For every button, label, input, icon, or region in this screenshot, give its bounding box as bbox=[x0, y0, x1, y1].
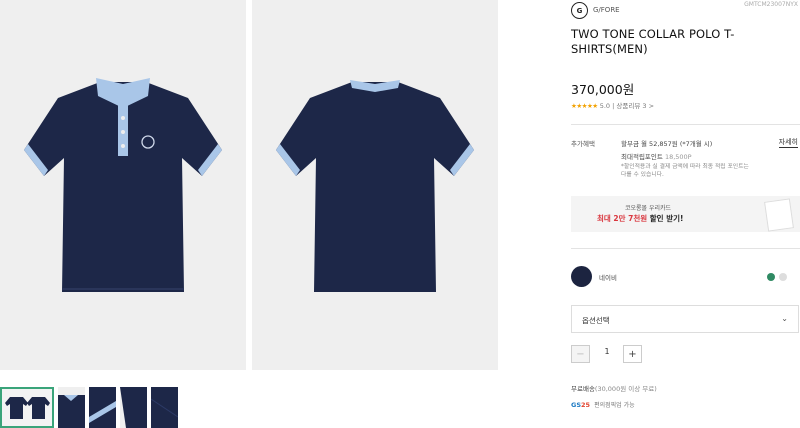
color-name: 네이비 bbox=[599, 274, 617, 282]
product-title: TWO TONE COLLAR POLO T-SHIRTS(MEN) bbox=[571, 27, 735, 56]
product-image-back[interactable] bbox=[252, 0, 498, 370]
pickup-text: 편의점픽업 가능 bbox=[594, 402, 635, 409]
benefits-detail-link[interactable]: 자세히 bbox=[778, 137, 798, 148]
review-link[interactable]: 상품리뷰 3 > bbox=[616, 102, 654, 110]
credit-card-image bbox=[764, 198, 794, 232]
rating-stars: ★★★★★ bbox=[571, 102, 598, 110]
color-option-gray[interactable] bbox=[779, 273, 787, 281]
product-sku: GMTCM23007NYX bbox=[744, 1, 798, 8]
option-select[interactable]: 옵션선택 ⌄ bbox=[571, 305, 799, 333]
color-option-green[interactable] bbox=[767, 273, 775, 281]
product-price: 370,000원 bbox=[571, 82, 635, 97]
product-info-panel: G G/FORE GMTCM23007NYX TWO TONE COLLAR P… bbox=[571, 0, 800, 428]
brand-logo[interactable]: G bbox=[571, 2, 588, 19]
installment-info: 할부금 월 52,857원 (*7개월 시) bbox=[621, 140, 713, 148]
quantity-decrease-button[interactable]: − bbox=[571, 345, 590, 363]
quantity-increase-button[interactable]: + bbox=[623, 345, 642, 363]
divider bbox=[571, 248, 800, 249]
card-promo-highlight: 최대 2만 7천원 bbox=[597, 214, 648, 223]
benefits-label: 추가혜택 bbox=[571, 140, 595, 148]
card-promo-title: 코오롱몰 우리카드 bbox=[625, 205, 672, 212]
rating-summary: ★★★★★ 5.0 | 상품리뷰 3 > bbox=[571, 100, 654, 110]
points-note: *할인적용과 실 결제 금액에 따라 최종 적립 포인트는 다를 수 있습니다. bbox=[621, 164, 749, 178]
thumbnail-strip bbox=[0, 387, 178, 428]
rating-score: 5.0 bbox=[599, 102, 611, 110]
brand-name[interactable]: G/FORE bbox=[593, 6, 620, 14]
divider bbox=[571, 124, 800, 125]
polo-front-illustration bbox=[24, 78, 222, 292]
chevron-down-icon: ⌄ bbox=[781, 314, 788, 323]
thumbnail-1[interactable] bbox=[0, 387, 54, 428]
points-info: 최대적립포인트 18,500P bbox=[621, 151, 692, 161]
shipping-label: 무료배송 bbox=[571, 385, 595, 393]
thumbnail-5[interactable] bbox=[151, 387, 178, 428]
card-promo-offer: 최대 2만 7천원 할인 받기! bbox=[597, 213, 683, 224]
option-select-label: 옵션선택 bbox=[582, 316, 610, 325]
shipping-condition: (30,000원 이상 무료) bbox=[594, 385, 657, 393]
gs25-logo-icon: GS25 bbox=[571, 400, 591, 409]
points-label: 최대적립포인트 bbox=[621, 153, 663, 161]
points-value: 18,500P bbox=[662, 153, 692, 161]
product-image-front[interactable] bbox=[0, 0, 246, 370]
thumbnail-3[interactable] bbox=[89, 387, 116, 428]
polo-back-illustration bbox=[276, 80, 474, 292]
card-promo-banner[interactable]: 코오롱몰 우리카드 최대 2만 7천원 할인 받기! bbox=[571, 196, 800, 232]
thumbnail-4[interactable] bbox=[120, 387, 147, 428]
color-swatch-selected[interactable] bbox=[571, 266, 592, 287]
pickup-info: GS25 편의점픽업 가능 bbox=[571, 400, 635, 410]
card-promo-suffix: 할인 받기! bbox=[647, 214, 684, 223]
quantity-value[interactable]: 1 bbox=[599, 347, 615, 356]
shipping-info: 무료배송(30,000원 이상 무료) bbox=[571, 383, 657, 393]
thumbnail-2[interactable] bbox=[58, 387, 85, 428]
